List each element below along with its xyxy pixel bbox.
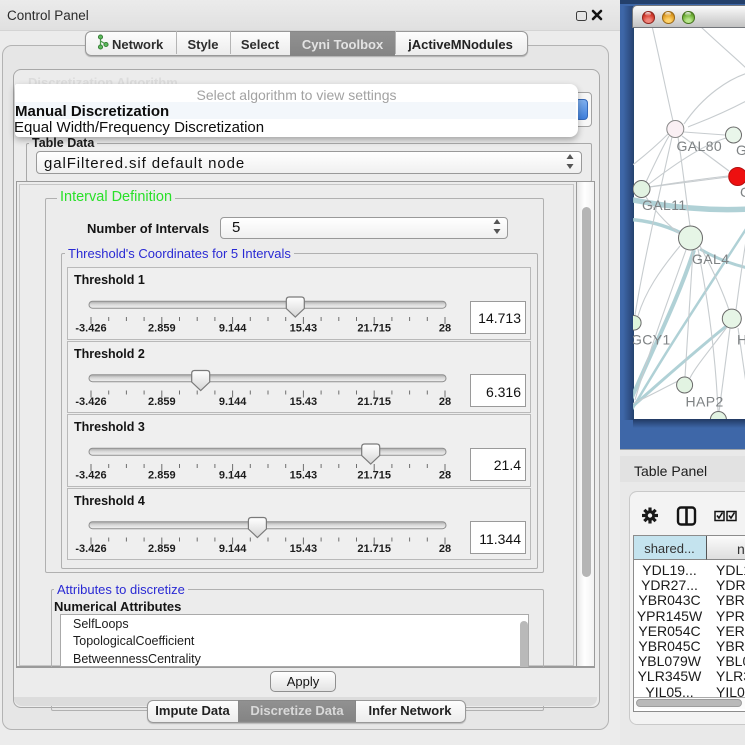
svg-text:GAL11: GAL11 bbox=[642, 197, 687, 213]
svg-text:GA: GA bbox=[736, 142, 745, 158]
svg-text:H: H bbox=[737, 332, 745, 348]
svg-text:HAP2: HAP2 bbox=[686, 394, 724, 410]
svg-text:GAL80: GAL80 bbox=[677, 138, 723, 154]
svg-text:C: C bbox=[740, 184, 745, 200]
svg-text:GCY1: GCY1 bbox=[633, 332, 671, 348]
svg-text:GAL4: GAL4 bbox=[692, 251, 729, 267]
